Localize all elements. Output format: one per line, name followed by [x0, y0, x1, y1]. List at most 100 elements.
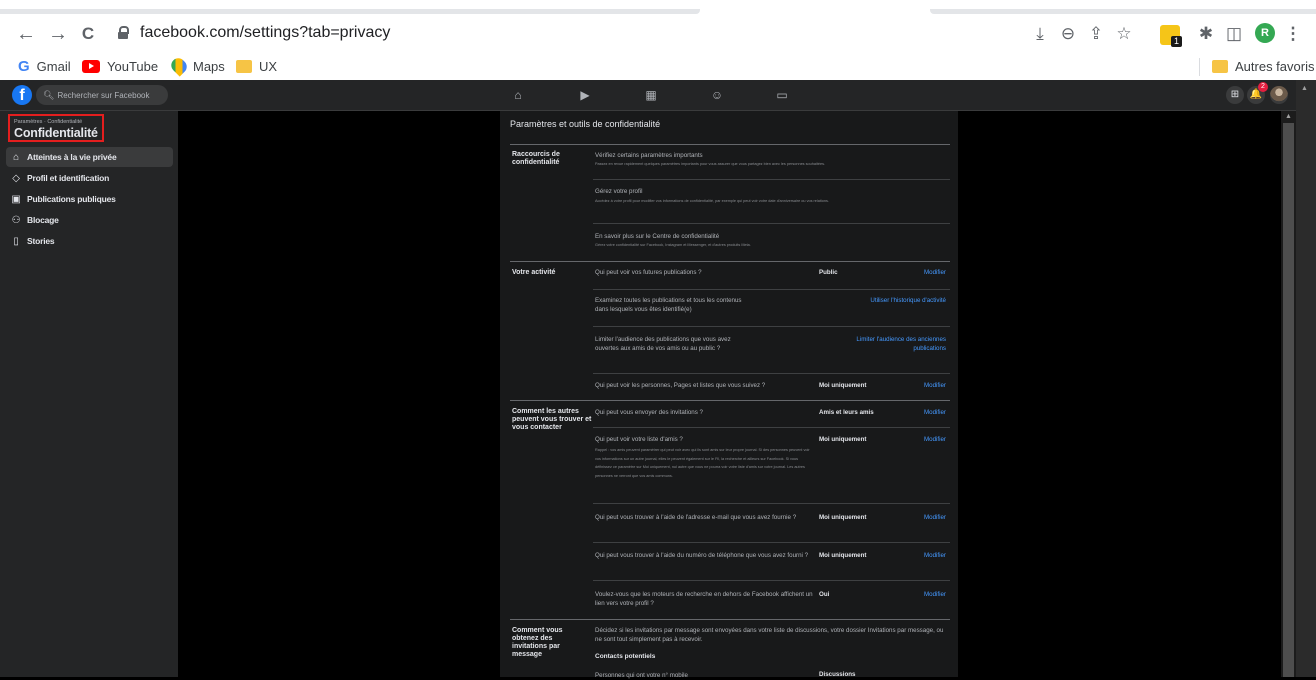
shortcut-description: Gérez votre confidentialité sur Facebook… — [595, 243, 751, 247]
tab-strip — [0, 0, 1316, 14]
bookmark-gmail[interactable]: G Gmail — [18, 56, 71, 76]
google-icon: G — [18, 57, 30, 75]
bookmark-label: UX — [259, 58, 278, 74]
activity-question: Qui peut voir vos futures publications ? — [595, 269, 702, 276]
window-scrollbar[interactable] — [1296, 80, 1316, 677]
limit-past-posts-link[interactable]: Limiter l'audience des anciennes publica… — [856, 335, 946, 353]
section-label-find-contact: Comment les autres peuvent vous trouver … — [512, 408, 592, 431]
sidebar-item-label: Profil et identification — [27, 173, 110, 183]
section-divider — [510, 144, 950, 145]
modify-button[interactable]: Modifier — [924, 591, 946, 598]
settings-sidebar: Paramètres · Confidentialité Confidentia… — [0, 111, 178, 677]
forward-icon[interactable]: → — [46, 22, 70, 46]
sidebar-item-privacy-violations[interactable]: ⌂ Atteintes à la vie privée — [6, 147, 173, 167]
row-divider — [593, 289, 950, 290]
shortcut-privacy-center[interactable]: En savoir plus sur le Centre de confiden… — [595, 232, 945, 241]
privacy-settings-panel: Paramètres et outils de confidentialité … — [500, 111, 958, 679]
find-question: Qui peut voir votre liste d'amis ? — [595, 436, 683, 443]
reload-icon[interactable]: C — [76, 22, 100, 46]
modify-button[interactable]: Modifier — [924, 409, 946, 416]
sidebar-item-profile-tagging[interactable]: ◇ Profil et identification — [6, 168, 173, 188]
window-scroll-up-arrow-icon[interactable]: ▲ — [1301, 85, 1308, 92]
setting-value: Amis et leurs amis — [819, 409, 874, 416]
share-icon[interactable]: ⇪ — [1086, 24, 1106, 44]
account-avatar[interactable] — [1270, 86, 1288, 104]
bookmark-label: Autres favoris — [1235, 58, 1315, 74]
modify-button[interactable]: Modifier — [924, 269, 946, 276]
section-divider — [510, 261, 950, 262]
panel-title: Paramètres et outils de confidentialité — [510, 119, 661, 129]
extension-icon[interactable]: 1 — [1160, 25, 1182, 47]
invites-question: Personnes qui ont votre n° mobile — [595, 672, 688, 679]
activity-question: Examinez toutes les publications et tous… — [595, 297, 742, 313]
modify-button[interactable]: Modifier — [924, 552, 946, 559]
breadcrumb-highlight: Paramètres · Confidentialité Confidentia… — [8, 114, 104, 142]
main-content: Paramètres et outils de confidentialité … — [178, 111, 1281, 679]
sidebar-item-label: Blocage — [27, 215, 59, 225]
sidebar-item-blocking[interactable]: ⚇ Blocage — [6, 210, 173, 230]
setting-value: Moi uniquement — [819, 436, 867, 443]
sidebar-item-label: Publications publiques — [27, 194, 116, 204]
bookmark-other-favorites[interactable]: Autres favoris — [1212, 56, 1314, 76]
block-user-icon: ⚇ — [11, 214, 21, 226]
breadcrumb[interactable]: Paramètres · Confidentialité — [14, 119, 82, 125]
facebook-search[interactable]: 🔍︎ — [36, 85, 168, 105]
setting-value: Moi uniquement — [819, 514, 867, 521]
sidebar-item-label: Atteintes à la vie privée — [27, 152, 117, 162]
modify-button[interactable]: Modifier — [924, 436, 946, 443]
section-label-shortcuts: Raccourcis de confidentialité — [512, 151, 560, 166]
bookmark-folder-ux[interactable]: UX — [236, 56, 277, 76]
side-panel-icon[interactable]: ◫ — [1224, 24, 1244, 44]
puzzle-icon[interactable]: ✱ — [1196, 24, 1216, 44]
section-label-message-invites: Comment vous obtenez des invitations par… — [512, 627, 563, 658]
gaming-icon[interactable]: ▭ — [773, 86, 791, 104]
lock-icon: ⌂ — [13, 151, 19, 163]
bookmark-label: YouTube — [107, 58, 159, 74]
shortcut-manage-profile[interactable]: Gérez votre profil — [595, 187, 945, 196]
setting-value: Moi uniquement — [819, 552, 867, 559]
profile-avatar[interactable]: R — [1255, 23, 1275, 43]
install-app-icon[interactable]: ⤓ — [1030, 24, 1050, 44]
groups-icon[interactable]: ☺ — [708, 86, 726, 104]
search-input[interactable] — [57, 90, 168, 100]
sidebar-item-public-posts[interactable]: ▣ Publications publiques — [6, 189, 173, 209]
home-icon[interactable]: ⌂ — [509, 86, 527, 104]
notification-count-badge: 2 — [1258, 82, 1268, 92]
menu-grid-icon[interactable]: ⊞ — [1226, 86, 1244, 104]
back-icon[interactable]: ← — [14, 22, 38, 46]
bookmark-label: Gmail — [36, 58, 71, 74]
bookmark-youtube[interactable]: YouTube — [82, 56, 158, 76]
scrollbar-thumb[interactable] — [1283, 123, 1294, 677]
sidebar-item-label: Stories — [27, 236, 55, 246]
row-divider — [593, 326, 950, 327]
facebook-topbar: f 🔍︎ ⌂ ▶ ▦ ☺ ▭ ⊞ 🔔 2 — [0, 80, 1296, 111]
zoom-icon[interactable]: ⊖ — [1058, 24, 1078, 44]
public-posts-icon: ▣ — [11, 193, 21, 205]
url-text[interactable]: facebook.com/settings?tab=privacy — [140, 24, 390, 42]
setting-value: Public — [819, 269, 838, 276]
find-description: Rappel : vos amis peuvent paramétrer qui… — [595, 448, 810, 478]
chrome-menu-icon[interactable]: ⋮ — [1283, 24, 1303, 44]
bookmark-maps[interactable]: Maps — [168, 55, 225, 77]
potential-contacts-heading: Contacts potentiels — [595, 653, 656, 660]
row-divider — [593, 542, 950, 543]
marketplace-icon[interactable]: ▦ — [642, 86, 660, 104]
modify-button[interactable]: Modifier — [924, 382, 946, 389]
address-bar[interactable]: facebook.com/settings?tab=privacy — [110, 20, 1010, 48]
row-divider — [593, 373, 950, 374]
facebook-logo-icon[interactable]: f — [12, 85, 32, 105]
section-label-activity: Votre activité — [512, 269, 556, 276]
setting-value: Oui — [819, 591, 830, 598]
sidebar-item-stories[interactable]: ▯ Stories — [6, 231, 173, 251]
activity-log-link[interactable]: Utiliser l'historique d'activité — [870, 297, 946, 304]
bookmark-star-icon[interactable]: ☆ — [1114, 24, 1134, 44]
watch-icon[interactable]: ▶ — [576, 86, 594, 104]
folder-icon — [1212, 59, 1228, 73]
row-divider — [593, 223, 950, 224]
shortcut-check-settings[interactable]: Vérifiez certains paramètres importants — [595, 151, 945, 160]
modify-button[interactable]: Modifier — [924, 514, 946, 521]
scroll-up-arrow-icon[interactable]: ▲ — [1284, 112, 1293, 121]
lock-icon[interactable] — [118, 26, 129, 39]
shortcut-description: Accédez à votre profil pour modifier vos… — [595, 199, 829, 203]
row-divider — [593, 179, 950, 180]
